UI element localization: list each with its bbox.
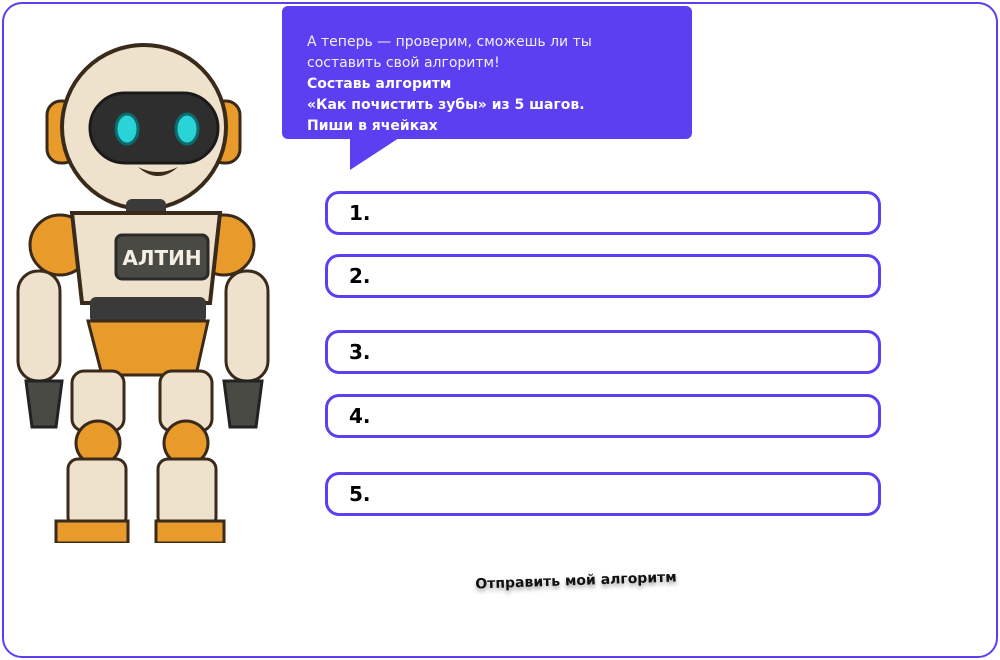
step-field-3[interactable]: 3. xyxy=(325,330,881,374)
step-number-5: 5. xyxy=(349,482,371,506)
step-input-1[interactable] xyxy=(375,195,862,231)
robot-mascot-illustration: АЛТИН xyxy=(16,43,270,543)
speech-bubble-text: А теперь — проверим, сможешь ли ты соста… xyxy=(307,32,687,137)
step-number-2: 2. xyxy=(349,264,371,288)
step-number-4: 4. xyxy=(349,404,371,428)
step-number-3: 3. xyxy=(349,340,371,364)
bubble-intro-text: А теперь — проверим, сможешь ли ты соста… xyxy=(307,34,592,71)
step-number-1: 1. xyxy=(349,201,371,225)
step-input-3[interactable] xyxy=(375,334,862,370)
robot-badge-text: АЛТИН xyxy=(122,246,201,270)
step-field-1[interactable]: 1. xyxy=(325,191,881,235)
step-input-5[interactable] xyxy=(375,476,862,512)
bubble-task-line-2: «Как почистить зубы» из 5 шагов. xyxy=(307,97,585,113)
speech-bubble: А теперь — проверим, сможешь ли ты соста… xyxy=(282,6,692,139)
step-field-4[interactable]: 4. xyxy=(325,394,881,438)
step-input-4[interactable] xyxy=(375,398,862,434)
step-field-5[interactable]: 5. xyxy=(325,472,881,516)
bubble-task-line-1: Составь алгоритм xyxy=(307,76,452,92)
bubble-task-line-3: Пиши в ячейках xyxy=(307,118,438,134)
step-field-2[interactable]: 2. xyxy=(325,254,881,298)
speech-bubble-tail xyxy=(350,136,402,170)
step-input-2[interactable] xyxy=(375,258,862,294)
